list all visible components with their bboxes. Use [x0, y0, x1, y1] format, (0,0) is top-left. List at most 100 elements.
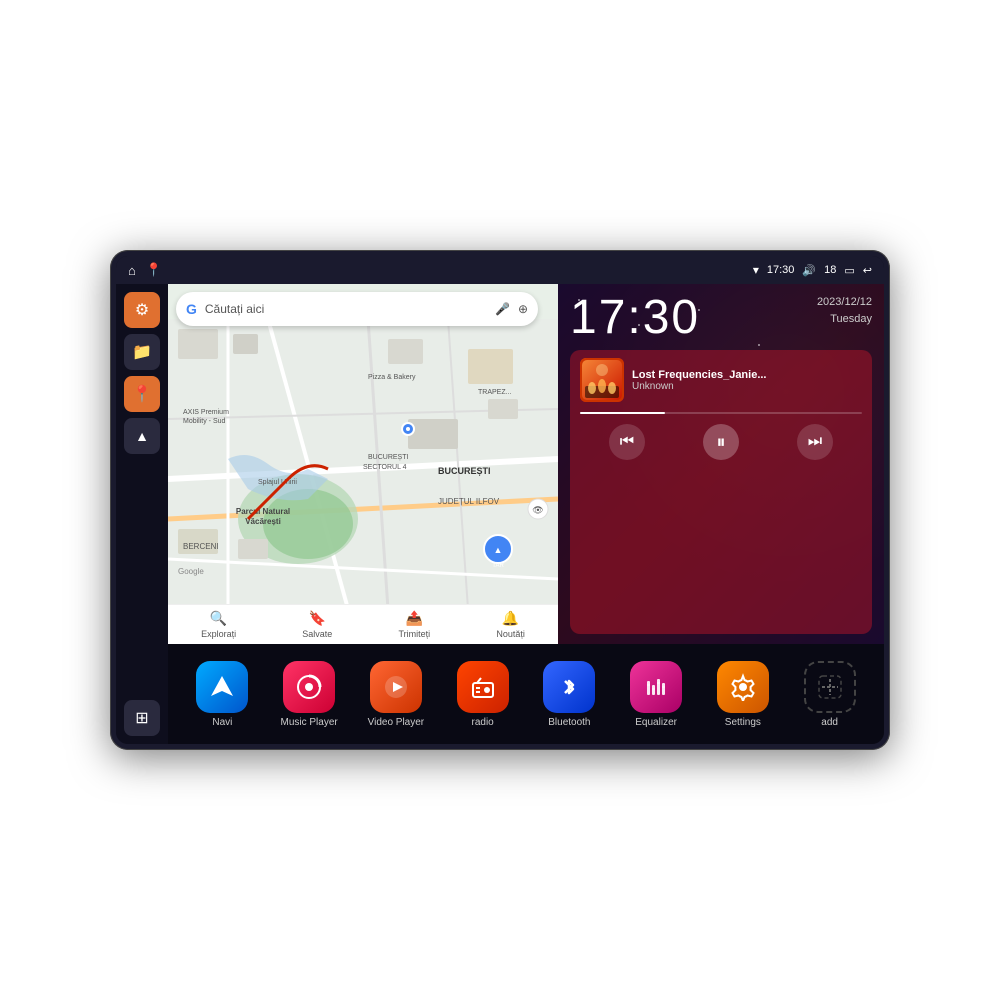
map-area[interactable]: G Căutați aici 🎤 ⊕: [168, 284, 558, 644]
saved-label: Salvate: [302, 629, 332, 639]
svg-text:Pizza & Bakery: Pizza & Bakery: [368, 374, 416, 381]
share-label: Trimiteți: [399, 629, 431, 639]
svg-text:Parcul Natural: Parcul Natural: [236, 507, 290, 516]
music-player-label: Music Player: [281, 717, 338, 728]
clock-date-line1: 2023/12/12: [817, 294, 872, 311]
center-content: G Căutați aici 🎤 ⊕: [168, 284, 884, 744]
svg-text:BUCUREȘTI: BUCUREȘTI: [368, 454, 409, 461]
app-video-player[interactable]: Video Player: [358, 661, 435, 728]
app-navi[interactable]: Navi: [184, 661, 261, 728]
maps-status-icon[interactable]: 📍: [146, 262, 162, 278]
explore-label: Explorați: [201, 629, 236, 639]
clock-section: 17:30 2023/12/12 Tuesday: [570, 294, 872, 342]
map-news-btn[interactable]: 🔔 Noutăți: [496, 610, 525, 639]
share-icon: 📤: [406, 610, 423, 627]
back-icon[interactable]: ↩: [863, 264, 872, 277]
sidebar-grid-btn[interactable]: ⊞: [124, 700, 160, 736]
wifi-icon: ▾: [753, 263, 759, 277]
music-icon: [283, 661, 335, 713]
video-player-label: Video Player: [368, 717, 425, 728]
bluetooth-label: Bluetooth: [548, 717, 590, 728]
app-equalizer[interactable]: Equalizer: [618, 661, 695, 728]
time-display: 17:30: [767, 264, 795, 276]
map-search-bar[interactable]: G Căutați aici 🎤 ⊕: [176, 292, 538, 326]
video-icon: [370, 661, 422, 713]
music-info: Lost Frequencies_Janie... Unknown: [580, 358, 862, 402]
clock-date-line2: Tuesday: [817, 311, 872, 328]
app-music-player[interactable]: Music Player: [271, 661, 348, 728]
status-bar: ⌂ 📍 ▾ 17:30 🔊 18 ▭ ↩: [116, 256, 884, 284]
radio-label: radio: [472, 717, 494, 728]
status-left: ⌂ 📍: [128, 262, 162, 278]
navi-label: Navi: [212, 717, 232, 728]
battery-level: 18: [824, 264, 836, 276]
news-label: Noutăți: [496, 629, 525, 639]
svg-text:▲: ▲: [494, 545, 503, 555]
music-artist: Unknown: [632, 381, 862, 392]
music-progress-fill: [580, 412, 665, 414]
sidebar-maps-btn[interactable]: 📍: [124, 376, 160, 412]
star-dot: [758, 344, 760, 346]
svg-text:SECTORUL 4: SECTORUL 4: [363, 464, 407, 471]
map-search-input[interactable]: Căutați aici: [205, 302, 487, 316]
apps-bar: Navi Music Player: [168, 644, 884, 744]
svg-text:TRAPEZ...: TRAPEZ...: [478, 389, 512, 396]
svg-text:Google: Google: [178, 567, 204, 576]
navi-icon: [196, 661, 248, 713]
clock-date: 2023/12/12 Tuesday: [817, 294, 872, 327]
album-art: [580, 358, 624, 402]
music-controls: ⏮ ⏸ ⏭: [580, 424, 862, 460]
screen: ⌂ 📍 ▾ 17:30 🔊 18 ▭ ↩ ⚙ 📁 📍 ▲ ⊞: [116, 256, 884, 744]
sidebar-settings-btn[interactable]: ⚙: [124, 292, 160, 328]
map-explore-btn[interactable]: 🔍 Explorați: [201, 610, 236, 639]
svg-text:Splajul Unirii: Splajul Unirii: [258, 479, 297, 486]
main-area: ⚙ 📁 📍 ▲ ⊞ G Căutați aici 🎤 ⊕: [116, 284, 884, 744]
svg-text:👁: 👁: [532, 505, 543, 515]
car-display: ⌂ 📍 ▾ 17:30 🔊 18 ▭ ↩ ⚙ 📁 📍 ▲ ⊞: [110, 250, 890, 750]
sidebar-folder-btn[interactable]: 📁: [124, 334, 160, 370]
svg-text:AXIS Premium: AXIS Premium: [183, 409, 229, 416]
clock-time: 17:30: [570, 294, 700, 342]
explore-icon: 🔍: [210, 610, 227, 627]
equalizer-label: Equalizer: [635, 717, 677, 728]
battery-icon: ▭: [844, 264, 854, 277]
music-title: Lost Frequencies_Janie...: [632, 369, 862, 381]
music-progress-bar[interactable]: [580, 412, 862, 414]
map-svg: Parcul Natural Văcărești BUCUREȘTI JUDEȚ…: [168, 284, 558, 644]
saved-icon: 🔖: [309, 610, 326, 627]
equalizer-icon: [630, 661, 682, 713]
right-panel: 17:30 2023/12/12 Tuesday: [558, 284, 884, 644]
sidebar: ⚙ 📁 📍 ▲ ⊞: [116, 284, 168, 744]
prev-button[interactable]: ⏮: [609, 424, 645, 460]
pause-button[interactable]: ⏸: [703, 424, 739, 460]
add-label: add: [821, 717, 838, 728]
svg-text:TAR: TAR: [492, 563, 504, 569]
mic-icon[interactable]: 🎤: [495, 302, 510, 316]
top-content: G Căutați aici 🎤 ⊕: [168, 284, 884, 644]
settings-label: Settings: [725, 717, 761, 728]
add-icon: [804, 661, 856, 713]
google-maps-icon: G: [186, 301, 197, 317]
music-player: Lost Frequencies_Janie... Unknown ⏮ ⏸ ⏭: [570, 350, 872, 634]
next-button[interactable]: ⏭: [797, 424, 833, 460]
svg-text:BERCENI: BERCENI: [183, 542, 219, 551]
app-settings[interactable]: Settings: [705, 661, 782, 728]
map-bottom-bar: 🔍 Explorați 🔖 Salvate 📤 Trimiteți: [168, 604, 558, 644]
settings-icon: [717, 661, 769, 713]
app-add[interactable]: add: [791, 661, 868, 728]
map-share-btn[interactable]: 📤 Trimiteți: [399, 610, 431, 639]
sidebar-nav-btn[interactable]: ▲: [124, 418, 160, 454]
status-right: ▾ 17:30 🔊 18 ▭ ↩: [753, 263, 872, 277]
app-radio[interactable]: radio: [444, 661, 521, 728]
home-icon[interactable]: ⌂: [128, 263, 136, 278]
bluetooth-icon: [543, 661, 595, 713]
svg-text:BUCUREȘTI: BUCUREȘTI: [438, 466, 491, 476]
news-icon: 🔔: [502, 610, 519, 627]
layers-icon[interactable]: ⊕: [518, 302, 528, 316]
app-bluetooth[interactable]: Bluetooth: [531, 661, 608, 728]
music-text: Lost Frequencies_Janie... Unknown: [632, 369, 862, 392]
svg-text:JUDEȚUL ILFOV: JUDEȚUL ILFOV: [438, 497, 500, 506]
volume-icon: 🔊: [802, 264, 816, 277]
map-saved-btn[interactable]: 🔖 Salvate: [302, 610, 332, 639]
svg-text:Mobility - Sud: Mobility - Sud: [183, 418, 226, 425]
